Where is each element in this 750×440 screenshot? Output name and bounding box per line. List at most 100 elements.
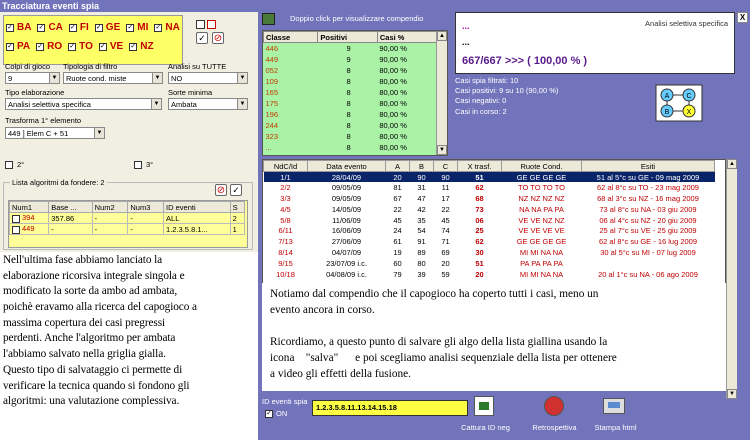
- algo-row[interactable]: 449 - - - 1.2.3.5.8.1... 1: [8, 223, 246, 235]
- algo-row-checkbox[interactable]: [12, 214, 20, 223]
- algo-cell-value: 1.2.3.5.8.1...: [166, 224, 208, 234]
- on-checkbox[interactable]: ✓: [265, 409, 273, 418]
- events-col-header[interactable]: Esiti: [581, 160, 715, 172]
- event-row[interactable]: 7/13 27/06/09 61 91 71 62 GE GE GE GE 62 al 8°c…: [264, 236, 715, 247]
- wheel-option[interactable]: ✓ PA: [6, 41, 30, 52]
- compendio-row[interactable]: ... 8 80,00 %: [264, 142, 437, 153]
- capture-icon[interactable]: [474, 396, 494, 416]
- event-cell: 1/1: [263, 171, 308, 183]
- compendio-scrollbar[interactable]: ▲ ▼: [436, 31, 447, 155]
- check-all-icon[interactable]: ✓: [196, 32, 208, 44]
- wheel-checkbox[interactable]: ✓: [37, 23, 46, 32]
- compendio-cell: 90,00 %: [379, 54, 407, 64]
- wheel-option[interactable]: ✓ NZ: [129, 41, 154, 52]
- events-col-header[interactable]: X trasf.: [457, 160, 502, 172]
- events-col-header[interactable]: B: [409, 160, 434, 172]
- close-button[interactable]: X: [737, 12, 748, 23]
- id-events-input[interactable]: 1.2.3.5.8.11.13.14.15.18: [312, 400, 468, 416]
- algo-col-header[interactable]: Num1: [8, 201, 50, 213]
- compendio-row[interactable]: 052 8 80,00 %: [264, 65, 437, 76]
- compendio-col-header[interactable]: Positivi: [317, 31, 378, 43]
- wheel-option[interactable]: ✓ TO: [68, 41, 93, 52]
- wheel-checkbox[interactable]: ✓: [126, 23, 135, 32]
- events-col-header[interactable]: A: [385, 160, 410, 172]
- event-row[interactable]: 5/8 11/06/09 45 35 45 06 VE VE NZ NZ 06 al 4°c …: [264, 215, 715, 226]
- compendio-row[interactable]: 109 8 80,00 %: [264, 76, 437, 87]
- algo-col-header[interactable]: ID eventi: [163, 201, 231, 213]
- trasforma-select[interactable]: 449 ] Elem C + 51 ▼: [5, 127, 105, 139]
- deselect-icon[interactable]: ⊘: [215, 184, 227, 196]
- tipologia-select[interactable]: Ruote cond. miste ▼: [63, 72, 163, 84]
- events-col-header[interactable]: C: [433, 160, 458, 172]
- print-button-label[interactable]: Stampa html: [588, 423, 643, 432]
- wheel-checkbox[interactable]: ✓: [129, 42, 138, 51]
- wheel-option[interactable]: ✓ BA: [6, 22, 31, 33]
- colpi-select[interactable]: 9 ▼: [5, 72, 60, 84]
- wheel-option[interactable]: ✓ CA: [37, 22, 63, 33]
- printer-icon[interactable]: [603, 398, 625, 414]
- event-cell: 3/3: [280, 193, 291, 203]
- compendio-row[interactable]: 446 9 90,00 %: [264, 43, 437, 54]
- save-icon[interactable]: [262, 13, 275, 25]
- event-row[interactable]: 10/18 04/08/09 i.c. 79 39 59 20 MI MI NA NA 20 …: [264, 269, 715, 280]
- events-col-header[interactable]: NdC/Id: [263, 160, 308, 172]
- retrospettiva-button-label[interactable]: Retrospettiva: [527, 423, 582, 432]
- event-row[interactable]: 9/15 23/07/09 i.c. 60 80 20 51 PA PA PA PA: [264, 258, 715, 269]
- wheel-checkbox[interactable]: ✓: [94, 23, 103, 32]
- algo-col-header[interactable]: Base ...: [48, 201, 93, 213]
- wheel-checkbox[interactable]: ✓: [6, 42, 14, 51]
- event-row[interactable]: 8/14 04/07/09 19 89 69 30 MI MI NA NA 30 al 5°c…: [264, 247, 715, 258]
- wheel-option[interactable]: ✓ NA: [154, 22, 180, 33]
- scroll-down-icon[interactable]: ▼: [437, 145, 447, 155]
- wheel-checkbox[interactable]: ✓: [154, 23, 163, 32]
- events-col-header[interactable]: Ruote Cond.: [501, 160, 582, 172]
- algo-row-checkbox[interactable]: [12, 225, 20, 234]
- scroll-down-icon[interactable]: ▼: [727, 389, 737, 399]
- retrospettiva-icon[interactable]: [544, 396, 564, 416]
- secondo-checkbox[interactable]: [5, 160, 13, 169]
- scroll-up-icon[interactable]: ▲: [437, 31, 447, 41]
- event-row[interactable]: 3/3 09/05/09 67 47 17 68 NZ NZ NZ NZ 68 al 3°c …: [264, 193, 715, 204]
- note-left-line: algoritmi: una valutazione complessiva.: [3, 395, 180, 408]
- event-row[interactable]: 4/5 14/05/09 22 42 22 73 NA NA PA PA 73 al 8°c …: [264, 204, 715, 215]
- wheel-checkbox[interactable]: ✓: [36, 42, 45, 51]
- compendio-row[interactable]: 244 8 80,00 %: [264, 120, 437, 131]
- capture-button-label[interactable]: Cattura ID neg: [458, 423, 513, 432]
- scroll-up-icon[interactable]: ▲: [727, 159, 737, 169]
- wheel-option[interactable]: ✓ RO: [36, 41, 62, 52]
- wheel-option[interactable]: ✓ FI: [68, 22, 89, 33]
- wheel-option[interactable]: ✓ GE: [94, 22, 120, 33]
- terzo-checkbox[interactable]: [134, 160, 142, 169]
- wheels-clear-checkbox[interactable]: [207, 20, 216, 29]
- event-row[interactable]: 1/1 28/04/09 20 90 90 51 GE GE GE GE 51 al 5°c …: [263, 171, 715, 183]
- wheel-checkbox[interactable]: ✓: [98, 42, 107, 51]
- deselect-icon[interactable]: ⊘: [212, 32, 224, 44]
- algo-col-header[interactable]: S: [229, 201, 246, 213]
- events-scrollbar[interactable]: ▲ ▼: [726, 159, 737, 399]
- tipo-select[interactable]: Analisi selettiva specifica ▼: [5, 98, 162, 110]
- wheel-option[interactable]: ✓ VE: [98, 41, 123, 52]
- algo-col-header[interactable]: Num3: [127, 201, 165, 213]
- wheel-checkbox[interactable]: ✓: [68, 42, 77, 51]
- wheel-checkbox[interactable]: ✓: [6, 23, 14, 32]
- compendio-row[interactable]: 196 8 80,00 %: [264, 109, 437, 120]
- compendio-col-header[interactable]: Casi %: [376, 31, 438, 43]
- analisi-select[interactable]: NO ▼: [168, 72, 248, 84]
- compendio-row[interactable]: 165 8 80,00 %: [264, 87, 437, 98]
- wheel-option[interactable]: ✓ MI: [126, 22, 148, 33]
- compendio-row[interactable]: 175 8 80,00 %: [264, 98, 437, 109]
- sorte-select[interactable]: Ambata ▼: [168, 98, 248, 110]
- event-cell: 45: [393, 215, 402, 225]
- check-all-icon[interactable]: ✓: [230, 184, 242, 196]
- compendio-row[interactable]: 449 9 90,00 %: [264, 54, 437, 65]
- events-col-header[interactable]: Data evento: [307, 160, 386, 172]
- event-cell: 89: [417, 247, 426, 257]
- wheel-checkbox[interactable]: ✓: [68, 23, 77, 32]
- algo-row[interactable]: 394 357.86 - - ALL 2: [8, 212, 246, 224]
- compendio-row[interactable]: 323 8 80,00 %: [264, 131, 437, 142]
- algo-col-header[interactable]: Num2: [91, 201, 129, 213]
- wheels-toggle-checkbox[interactable]: [196, 20, 205, 29]
- event-row[interactable]: 2/2 09/05/09 81 31 11 62 TO TO TO TO 62 al 8°c …: [264, 182, 715, 193]
- compendio-col-header[interactable]: Classe: [263, 31, 319, 43]
- event-row[interactable]: 6/11 16/06/09 24 54 74 25 VE VE VE VE 25 al 7°c…: [264, 225, 715, 236]
